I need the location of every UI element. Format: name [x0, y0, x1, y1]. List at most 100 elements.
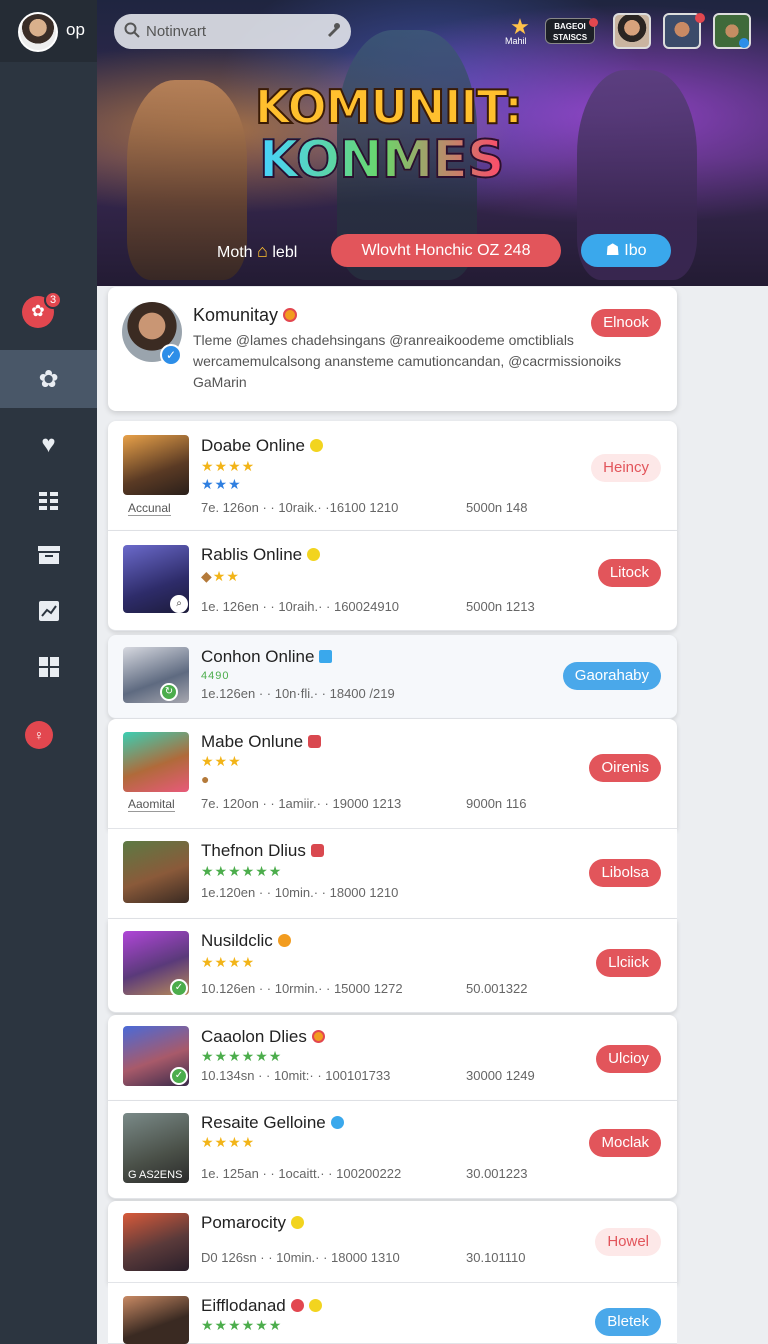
game-title: Thefnon Dlius — [201, 841, 324, 861]
list-item[interactable]: Thefnon Dlius ★★★★★★ 1e.120en · · 10min.… — [108, 829, 677, 919]
game-thumbnail — [123, 647, 189, 703]
sidebar-item-chart[interactable] — [0, 582, 97, 640]
game-action-button[interactable]: Moclak — [589, 1129, 661, 1157]
search-bar[interactable]: Notinvart — [114, 14, 351, 49]
game-title: Conhon Online — [201, 647, 333, 667]
search-input[interactable]: Notinvart — [146, 23, 206, 40]
game-thumbnail — [123, 841, 189, 903]
mic-icon[interactable] — [325, 22, 341, 38]
game-action-button[interactable]: Litock — [597, 559, 661, 587]
heart-icon: ♥ — [41, 431, 56, 458]
game-meta: 7e. 126on · · 10raik.· ·16100 1210 — [201, 500, 399, 515]
stats-chip[interactable]: BAGEOI STAISCS — [545, 18, 595, 44]
search-icon — [124, 22, 140, 38]
gift-icon — [310, 844, 324, 857]
upload-icon: ☗ — [605, 242, 620, 259]
game-meta: 1e.126en · · 10n·fli.· · 18400 /219 — [201, 686, 395, 701]
sidebar-item-favorites[interactable]: ♥ — [0, 416, 97, 474]
list-item[interactable]: ⌕ Rablis Online ◆★★ 1e. 126en · · 10raih… — [108, 531, 677, 631]
link-icon — [319, 650, 333, 663]
header-avatar-1[interactable] — [613, 13, 651, 49]
flower-icon: ✿ — [38, 365, 59, 393]
list-item[interactable]: Aaomital Mabe Onlune ★★★ ● 7e. 120on · ·… — [108, 719, 677, 829]
gem-icon: ⌂ — [257, 241, 268, 261]
game-stat: 30.101110 — [466, 1250, 526, 1265]
sidebar-item-archive[interactable] — [0, 526, 97, 584]
community-join-button[interactable]: Elnook — [591, 309, 661, 337]
game-action-button[interactable]: Ulcioy — [596, 1045, 661, 1073]
community-card: ✓ Komunitay Tleme @lames chadehsingans @… — [108, 287, 677, 411]
game-rating: 4490 — [201, 670, 230, 682]
game-title-text: Mabe Onlune — [201, 732, 304, 751]
avatar[interactable] — [18, 12, 58, 52]
apps-icon — [38, 657, 59, 677]
game-stat: 5000n 1213 — [466, 599, 535, 614]
game-meta: 10.126en · · 10rmin.· · 15000 1272 — [201, 981, 403, 996]
scroll-icon: ◆ — [201, 568, 213, 584]
list-item[interactable]: ↻ Conhon Online 4490 1e.126en · · 10n·fl… — [108, 635, 677, 719]
list-item[interactable]: Accunal Doabe Online ★★★★ ★★★ 7e. 126on … — [108, 421, 677, 531]
refresh-icon: ↻ — [160, 683, 178, 701]
hero-main-button[interactable]: Wlovht Honchic OZ 248 — [331, 234, 561, 267]
game-title: Pomarocity — [201, 1213, 305, 1233]
game-rating: ★★★★ — [201, 458, 256, 474]
sidebar-item-apps[interactable] — [0, 638, 97, 696]
fire-icon — [311, 1030, 325, 1043]
list-item[interactable]: ✓ Caaolon Dlies ★★★★★★ 10.134sn · · 10mi… — [108, 1015, 677, 1101]
game-title: Rablis Online — [201, 545, 321, 565]
game-title-text: Rablis Online — [201, 545, 303, 564]
globe-icon — [330, 1116, 344, 1129]
game-rating: ★★★★★★ — [201, 863, 283, 879]
game-action-button[interactable]: Bletek — [595, 1308, 661, 1336]
game-action-button[interactable]: Libolsa — [589, 859, 661, 887]
archive-icon — [37, 546, 60, 564]
game-action-button[interactable]: Oirenis — [589, 754, 661, 782]
list-item[interactable]: Pomarocity D0 126sn · · 10min.· · 18000 … — [108, 1201, 677, 1283]
game-caption: G AS2ENS — [128, 1169, 183, 1181]
game-stat: 5000n 148 — [466, 500, 528, 515]
header-avatar-3-dot — [739, 38, 749, 48]
hero-label-suffix: lebl — [272, 244, 298, 261]
community-title-text: Komunitay — [193, 305, 279, 325]
game-meta: 1e. 126en · · 10raih.· · 160024910 — [201, 599, 400, 614]
game-rating: ◆★★ — [201, 568, 240, 585]
list-item[interactable]: ✓ Nusildclic ★★★★ 10.126en · · 10rmin.· … — [108, 919, 677, 1013]
gift-icon — [308, 735, 322, 748]
list-item[interactable]: Eifflodanad ★★★★★★ Bletek — [108, 1283, 677, 1344]
bell-icon — [277, 934, 291, 947]
game-action-button[interactable]: Heincy — [591, 454, 661, 482]
game-action-button[interactable]: Llciick — [596, 949, 661, 977]
game-title: Mabe Onlune — [201, 732, 322, 752]
game-action-button[interactable]: Howel — [595, 1228, 661, 1256]
fire-icon — [283, 308, 298, 322]
game-title-text: Thefnon Dlius — [201, 841, 306, 860]
game-title: Doabe Online — [201, 436, 323, 456]
star-label: Mahil — [505, 36, 527, 46]
game-title: Resaite Gelloine — [201, 1113, 344, 1133]
profile-alert-icon[interactable]: ♀ — [25, 721, 53, 749]
game-rating: ★★★★★★ — [201, 1048, 283, 1064]
game-action-button[interactable]: Gaorahaby — [562, 662, 661, 690]
coin-icon — [309, 439, 323, 452]
game-meta: 10.134sn · · 10mit:· · 100101733 — [201, 1068, 391, 1083]
list-item[interactable]: G AS2ENS Resaite Gelloine ★★★★ 1e. 125an… — [108, 1101, 677, 1199]
hero-side-button-label: Ibo — [624, 242, 647, 259]
game-rating: ★★★ — [201, 753, 242, 769]
stats-chip-dot — [589, 18, 598, 27]
game-thumbnail — [123, 1213, 189, 1271]
sidebar-item-grid[interactable] — [0, 472, 97, 530]
game-title: Nusildclic — [201, 931, 291, 951]
game-meta: 1e.120en · · 10min.· · 18000 1210 — [201, 885, 399, 900]
sidebar-item-community[interactable]: ✿ — [0, 350, 97, 408]
hero-side-button[interactable]: ☗ Ibo — [581, 234, 671, 267]
sidebar: op ✿ 3 ✿ ♥ ♀ — [0, 0, 97, 1344]
game-rating-stars: ★★ — [212, 568, 240, 584]
game-title-text: Nusildclic — [201, 931, 273, 950]
game-stat: 9000n 116 — [466, 796, 527, 811]
sidebar-header: op — [0, 0, 97, 62]
game-meta: 1e. 125an · · 1ocaitt.· · 100200222 — [201, 1166, 402, 1181]
header-avatar-2-dot — [695, 13, 705, 23]
game-title-text: Eifflodanad — [201, 1296, 286, 1315]
game-title-text: Doabe Online — [201, 436, 305, 455]
fire-icon — [290, 1299, 304, 1312]
